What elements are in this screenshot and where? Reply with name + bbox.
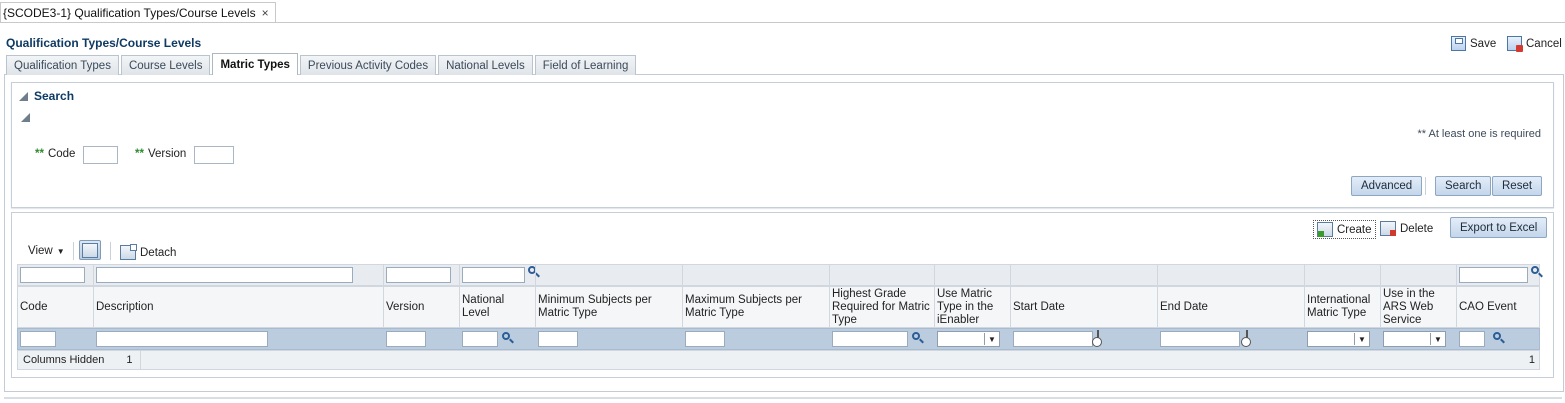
calendar-icon[interactable] xyxy=(1097,330,1099,344)
detach-label: Detach xyxy=(140,246,177,259)
code-filter-input[interactable] xyxy=(20,267,85,283)
detach-icon xyxy=(120,244,137,260)
filter-icon xyxy=(82,242,98,258)
tab-previous-activity-codes[interactable]: Previous Activity Codes xyxy=(299,55,437,75)
window-tab-title: {SCODE3-1} Qualification Types/Course Le… xyxy=(3,6,256,20)
search-button[interactable]: Search xyxy=(1435,176,1492,196)
column-header-highest-grade[interactable]: Highest Grade Required for Matric Type xyxy=(832,286,932,328)
column-header-international-matric-type[interactable]: International Matric Type xyxy=(1307,286,1377,328)
page-count: 1 xyxy=(1528,354,1535,366)
column-header-ars-web-service[interactable]: Use in the ARS Web Service xyxy=(1383,286,1453,328)
window-tab-divider xyxy=(0,22,1565,23)
column-header-end-date[interactable]: End Date xyxy=(1160,286,1300,328)
national-level-filter-input[interactable] xyxy=(462,267,525,283)
export-to-excel-button[interactable]: Export to Excel xyxy=(1450,217,1548,238)
chevron-down-icon: ▼ xyxy=(1430,333,1445,345)
column-header-code[interactable]: Code xyxy=(20,286,90,328)
use-in-ienabler-select[interactable]: ▼ xyxy=(937,331,1000,347)
toolbar-separator xyxy=(73,242,74,260)
view-label: View xyxy=(28,245,53,257)
column-header-version[interactable]: Version xyxy=(386,286,456,328)
national-level-cell-input[interactable] xyxy=(462,331,498,347)
tab-matric-types[interactable]: Matric Types xyxy=(212,53,298,75)
search-disclosure-icon[interactable] xyxy=(19,92,28,101)
cao-event-filter-input[interactable] xyxy=(1459,267,1528,283)
detach-button[interactable]: Detach xyxy=(120,244,177,260)
save-icon xyxy=(1451,36,1466,51)
required-hint: ** At least one is required xyxy=(1417,128,1541,140)
column-header-use-in-ienabler[interactable]: Use Matric Type in the iEnabler xyxy=(937,286,1007,328)
min-subjects-cell-input[interactable] xyxy=(538,331,578,347)
code-field-group: ** Code xyxy=(35,148,75,160)
view-menu[interactable]: View ▼ xyxy=(28,245,65,257)
description-filter-input[interactable] xyxy=(96,267,353,283)
description-cell-input[interactable] xyxy=(96,331,268,347)
calendar-icon[interactable] xyxy=(1246,330,1248,344)
cao-event-cell-input[interactable] xyxy=(1459,331,1485,347)
search-panel xyxy=(11,82,1554,208)
button-separator xyxy=(1425,177,1426,195)
version-search-input[interactable] xyxy=(194,146,234,164)
create-button[interactable]: Create xyxy=(1313,220,1376,239)
delete-icon xyxy=(1380,221,1396,236)
bottom-divider xyxy=(4,397,1562,399)
columns-hidden-count: 1 xyxy=(126,354,133,366)
columns-hidden-label: Columns Hidden xyxy=(23,354,105,366)
version-field-group: ** Version xyxy=(135,148,186,160)
search-title: Search xyxy=(34,89,75,103)
column-header-start-date[interactable]: Start Date xyxy=(1013,286,1153,328)
cancel-label: Cancel xyxy=(1526,37,1562,50)
column-header-min-subjects[interactable]: Minimum Subjects per Matric Type xyxy=(538,286,680,328)
code-search-input[interactable] xyxy=(83,146,118,164)
column-header-cao-event[interactable]: CAO Event xyxy=(1459,286,1537,328)
tab-course-levels[interactable]: Course Levels xyxy=(120,55,211,75)
delete-label: Delete xyxy=(1400,222,1434,235)
create-icon xyxy=(1317,222,1333,237)
column-header-national-level[interactable]: National Level xyxy=(462,286,534,328)
saved-search-disclosure-icon[interactable] xyxy=(21,113,30,122)
ars-web-service-select[interactable]: ▼ xyxy=(1383,331,1446,347)
cancel-icon xyxy=(1507,36,1523,52)
advanced-button[interactable]: Advanced xyxy=(1351,176,1423,196)
end-date-cell-input[interactable] xyxy=(1160,331,1240,347)
delete-button[interactable]: Delete xyxy=(1380,221,1433,236)
version-filter-input[interactable] xyxy=(386,267,451,283)
chevron-down-icon: ▼ xyxy=(56,246,65,256)
column-header-max-subjects[interactable]: Maximum Subjects per Matric Type xyxy=(685,286,825,328)
code-label: Code xyxy=(47,148,76,160)
max-subjects-cell-input[interactable] xyxy=(685,331,725,347)
column-header-description[interactable]: Description xyxy=(96,286,376,328)
toolbar-separator xyxy=(110,242,111,260)
close-icon[interactable]: × xyxy=(262,6,269,20)
tab-qualification-types[interactable]: Qualification Types xyxy=(6,55,119,75)
save-label: Save xyxy=(1470,37,1497,50)
save-button[interactable]: Save xyxy=(1451,36,1496,51)
required-marker: ** xyxy=(35,148,44,160)
tab-bar: Qualification Types Course Levels Matric… xyxy=(6,53,637,75)
page-title: Qualification Types/Course Levels xyxy=(6,36,202,50)
version-label: Version xyxy=(147,148,187,160)
reset-button[interactable]: Reset xyxy=(1492,176,1543,196)
tab-national-levels[interactable]: National Levels xyxy=(438,55,533,75)
required-marker: ** xyxy=(135,148,144,160)
version-cell-input[interactable] xyxy=(386,331,426,347)
window-tab[interactable]: {SCODE3-1} Qualification Types/Course Le… xyxy=(0,2,276,23)
chevron-down-icon: ▼ xyxy=(1354,333,1369,345)
start-date-cell-input[interactable] xyxy=(1013,331,1093,347)
query-by-example-toggle[interactable] xyxy=(79,240,101,260)
international-matric-type-select[interactable]: ▼ xyxy=(1307,331,1370,347)
cancel-button[interactable]: Cancel xyxy=(1507,36,1562,52)
code-cell-input[interactable] xyxy=(20,331,56,347)
footer-divider xyxy=(140,351,142,369)
create-label: Create xyxy=(1337,223,1372,236)
chevron-down-icon: ▼ xyxy=(984,333,999,345)
highest-grade-cell-input[interactable] xyxy=(832,331,908,347)
tab-field-of-learning[interactable]: Field of Learning xyxy=(534,55,637,75)
table-footer: Columns Hidden 1 1 xyxy=(17,350,1540,370)
